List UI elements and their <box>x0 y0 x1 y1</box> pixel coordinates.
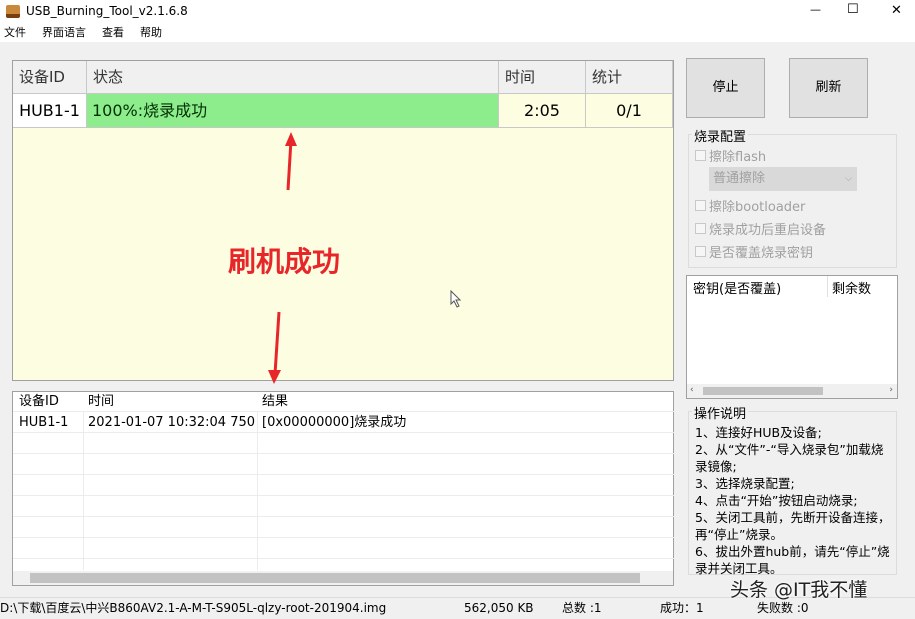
app-icon <box>6 5 20 18</box>
maximize-button[interactable]: ☐ <box>847 2 859 17</box>
instruction-line: 6、拔出外置hub前，请先“停止”烧录并关闭工具。 <box>695 543 895 577</box>
device-table: 设备ID 状态 时间 统计 HUB1-1 100%:烧录成功 2:05 0/1 <box>12 60 674 381</box>
log-empty-row <box>13 539 674 559</box>
title-bar: USB_Burning_Tool_v2.1.6.8 — ☐ ✕ <box>0 0 915 24</box>
watermark: 头条 @IT我不懂 <box>730 575 867 602</box>
arrow-down-icon <box>266 310 286 385</box>
col-divider <box>257 412 258 570</box>
arrow-up-icon <box>280 130 300 192</box>
erase-flash-label: 擦除flash <box>709 146 766 165</box>
log-empty-row <box>13 497 674 517</box>
log-empty-row <box>13 434 674 454</box>
stats-cell: 0/1 <box>586 94 673 128</box>
menu-bar: 文件 界面语言 查看 帮助 <box>0 24 915 42</box>
mouse-cursor-icon <box>450 290 462 308</box>
instruction-line: 2、从“文件”-“导入烧录包”加载烧录镜像; <box>695 441 895 475</box>
instructions-text: 1、连接好HUB及设备; 2、从“文件”-“导入烧录包”加载烧录镜像; 3、选择… <box>695 424 895 577</box>
erase-bootloader-label: 擦除bootloader <box>709 196 805 215</box>
log-header-time: 时间 <box>88 392 114 412</box>
status-total: 总数 :1 <box>562 597 602 619</box>
status-success: 成功：1 <box>660 597 704 619</box>
log-result: [0x00000000]烧录成功 <box>262 413 406 433</box>
overwrite-key-label: 是否覆盖烧录密钥 <box>709 242 813 261</box>
log-header: 设备ID 时间 结果 <box>13 392 674 412</box>
horizontal-scrollbar[interactable] <box>13 571 673 585</box>
col-divider <box>83 412 84 570</box>
chevron-down-icon: ⌵ <box>845 167 852 191</box>
instruction-line: 5、关闭工具前，先断开设备连接，再“停止”烧录。 <box>695 509 895 543</box>
reboot-checkbox[interactable]: 烧录成功后重启设备 <box>695 219 826 238</box>
remaining-header: 剩余数 <box>832 278 871 297</box>
erase-mode-select[interactable]: 普通擦除 ⌵ <box>709 167 857 191</box>
instruction-line: 3、选择烧录配置; <box>695 475 895 492</box>
instructions-title: 操作说明 <box>692 403 748 422</box>
col-header-stats: 统计 <box>586 61 673 94</box>
log-table: 设备ID 时间 结果 HUB1-1 2021-01-07 10:32:04 75… <box>12 391 674 586</box>
log-device-id: HUB1-1 <box>19 413 68 433</box>
window-title: USB_Burning_Tool_v2.1.6.8 <box>26 4 188 18</box>
config-group-title: 烧录配置 <box>692 126 748 145</box>
log-row[interactable]: HUB1-1 2021-01-07 10:32:04 750 [0x000000… <box>13 413 674 433</box>
log-time: 2021-01-07 10:32:04 750 <box>88 413 255 433</box>
log-empty-row <box>13 518 674 538</box>
status-file-size: 562,050 KB <box>464 597 534 619</box>
scrollbar-thumb[interactable] <box>30 573 640 583</box>
status-file-path: D:\下载\百度云\中兴B860AV2.1-A-M-T-S905L-qlzy-r… <box>0 597 386 619</box>
menu-help[interactable]: 帮助 <box>140 26 162 39</box>
key-scrollbar[interactable]: ‹› <box>687 384 897 398</box>
col-header-status: 状态 <box>87 61 499 94</box>
annotation-text: 刷机成功 <box>228 240 340 280</box>
log-empty-row <box>13 455 674 475</box>
time-cell: 2:05 <box>499 94 586 128</box>
reboot-label: 烧录成功后重启设备 <box>709 219 826 238</box>
log-empty-row <box>13 476 674 496</box>
col-divider <box>827 276 828 297</box>
erase-flash-checkbox[interactable]: 擦除flash <box>695 146 766 165</box>
col-header-id: 设备ID <box>13 61 87 94</box>
menu-language[interactable]: 界面语言 <box>42 26 86 39</box>
progress-status-cell: 100%:烧录成功 <box>87 94 499 128</box>
key-header: 密钥(是否覆盖) <box>693 278 781 297</box>
overwrite-key-checkbox[interactable]: 是否覆盖烧录密钥 <box>695 242 813 261</box>
menu-view[interactable]: 查看 <box>102 26 124 39</box>
menu-file[interactable]: 文件 <box>4 26 26 39</box>
instruction-line: 4、点击“开始”按钮启动烧录; <box>695 492 895 509</box>
stop-button[interactable]: 停止 <box>686 58 765 118</box>
instruction-line: 1、连接好HUB及设备; <box>695 424 895 441</box>
close-button[interactable]: ✕ <box>891 3 902 18</box>
device-id-cell[interactable]: HUB1-1 <box>13 94 87 128</box>
col-header-time: 时间 <box>499 61 586 94</box>
log-header-result: 结果 <box>262 392 288 412</box>
key-table: 密钥(是否覆盖) 剩余数 ‹› <box>686 275 898 399</box>
minimize-button[interactable]: — <box>810 3 821 16</box>
erase-bootloader-checkbox[interactable]: 擦除bootloader <box>695 196 805 215</box>
erase-mode-value: 普通擦除 <box>713 171 765 186</box>
log-header-id: 设备ID <box>19 392 59 412</box>
refresh-button[interactable]: 刷新 <box>789 58 868 118</box>
